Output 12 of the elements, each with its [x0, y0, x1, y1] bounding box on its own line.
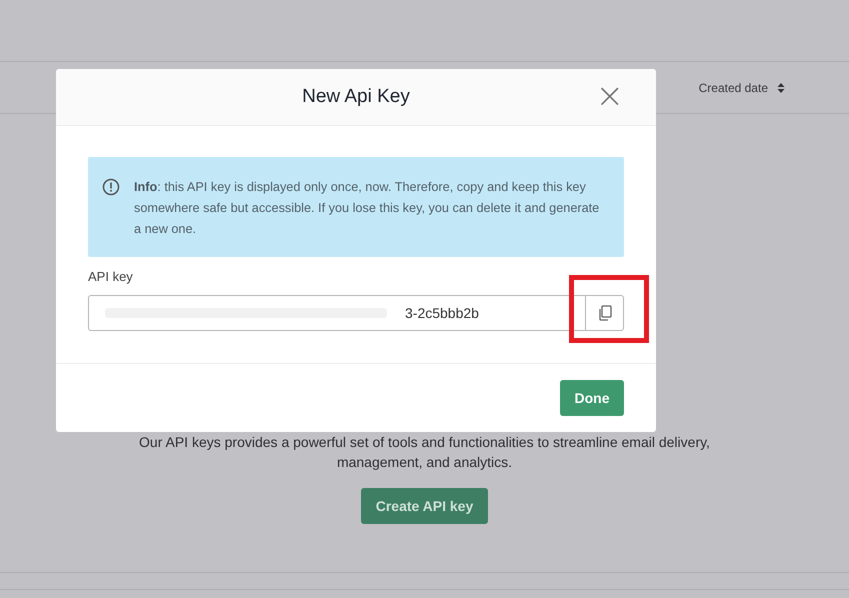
column-header[interactable]: Created date — [698, 80, 785, 94]
field-label: API key — [88, 269, 134, 286]
info-icon — [102, 178, 120, 196]
done-button[interactable]: Done — [560, 380, 624, 416]
copy-button[interactable] — [585, 295, 624, 331]
empty-state-description: Our API keys provides a powerful set of tools and functionalities to streamline email delivery, management, and analytics. — [138, 433, 711, 472]
info-text: Info: this API key is displayed only once, now. Therefore, copy and keep this key somewhere safe but accessible. If you lose this key, you can delete it and generate a new one. — [134, 179, 600, 238]
copy-icon — [598, 305, 612, 321]
dialog-title: New Api Key — [302, 86, 410, 108]
api-key-field[interactable]: 3-2c5bbb2b — [88, 295, 585, 331]
create-api-key-button[interactable]: Create API key — [360, 488, 488, 524]
close-button[interactable]: × — [594, 81, 626, 111]
